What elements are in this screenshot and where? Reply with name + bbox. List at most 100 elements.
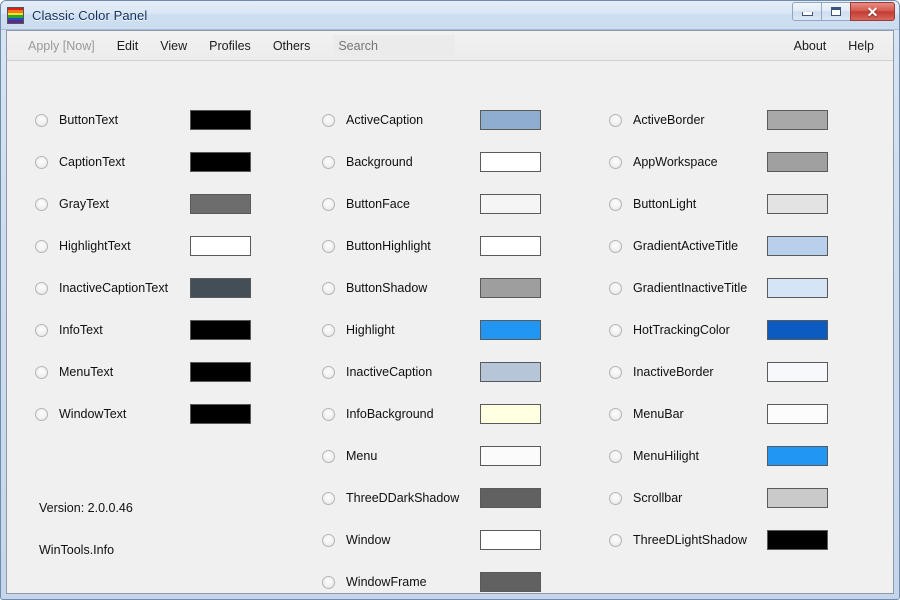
color-swatch-threedlightshadow[interactable] <box>767 530 828 550</box>
color-swatch-infotext[interactable] <box>190 320 251 340</box>
color-row[interactable]: InfoBackground <box>294 404 581 424</box>
radio-infotext[interactable] <box>35 324 48 337</box>
color-row[interactable]: Window <box>294 530 581 550</box>
color-row[interactable]: WindowFrame <box>294 572 581 592</box>
radio-gradientactivetitle[interactable] <box>609 240 622 253</box>
radio-menubar[interactable] <box>609 408 622 421</box>
color-swatch-menu[interactable] <box>480 446 541 466</box>
color-swatch-highlight[interactable] <box>480 320 541 340</box>
color-swatch-infobackground[interactable] <box>480 404 541 424</box>
radio-scrollbar[interactable] <box>609 492 622 505</box>
color-row[interactable]: InactiveCaption <box>294 362 581 382</box>
color-swatch-buttonlight[interactable] <box>767 194 828 214</box>
color-row[interactable]: ThreeDDarkShadow <box>294 488 581 508</box>
color-swatch-hottrackingcolor[interactable] <box>767 320 828 340</box>
color-row[interactable]: ActiveBorder <box>581 110 868 130</box>
color-row[interactable]: GradientActiveTitle <box>581 236 868 256</box>
menu-item-about[interactable]: About <box>783 35 838 57</box>
radio-inactivecaption[interactable] <box>322 366 335 379</box>
color-row[interactable]: GradientInactiveTitle <box>581 278 868 298</box>
color-swatch-windowtext[interactable] <box>190 404 251 424</box>
color-row[interactable]: Scrollbar <box>581 488 868 508</box>
menu-item-edit[interactable]: Edit <box>106 35 150 57</box>
radio-threedlightshadow[interactable] <box>609 534 622 547</box>
color-swatch-graytext[interactable] <box>190 194 251 214</box>
radio-inactivecaptiontext[interactable] <box>35 282 48 295</box>
color-swatch-window[interactable] <box>480 530 541 550</box>
menu-item-apply-now[interactable]: Apply [Now] <box>17 35 106 57</box>
color-swatch-buttonface[interactable] <box>480 194 541 214</box>
color-swatch-menubar[interactable] <box>767 404 828 424</box>
color-swatch-buttonhighlight[interactable] <box>480 236 541 256</box>
color-row[interactable]: ActiveCaption <box>294 110 581 130</box>
color-swatch-inactivecaption[interactable] <box>480 362 541 382</box>
color-swatch-appworkspace[interactable] <box>767 152 828 172</box>
color-swatch-background[interactable] <box>480 152 541 172</box>
radio-hottrackingcolor[interactable] <box>609 324 622 337</box>
radio-captiontext[interactable] <box>35 156 48 169</box>
radio-window[interactable] <box>322 534 335 547</box>
radio-infobackground[interactable] <box>322 408 335 421</box>
color-row[interactable]: WindowText <box>7 404 294 424</box>
color-row[interactable]: HighlightText <box>7 236 294 256</box>
color-swatch-menutext[interactable] <box>190 362 251 382</box>
color-row[interactable]: HotTrackingColor <box>581 320 868 340</box>
close-button[interactable]: ✕ <box>850 2 895 21</box>
color-row[interactable]: AppWorkspace <box>581 152 868 172</box>
radio-windowtext[interactable] <box>35 408 48 421</box>
color-swatch-gradientactivetitle[interactable] <box>767 236 828 256</box>
radio-buttonshadow[interactable] <box>322 282 335 295</box>
menu-item-view[interactable]: View <box>149 35 198 57</box>
color-swatch-gradientinactivetitle[interactable] <box>767 278 828 298</box>
radio-buttonhighlight[interactable] <box>322 240 335 253</box>
maximize-button[interactable] <box>821 2 850 21</box>
color-swatch-activeborder[interactable] <box>767 110 828 130</box>
color-row[interactable]: ButtonFace <box>294 194 581 214</box>
color-row[interactable]: InactiveCaptionText <box>7 278 294 298</box>
title-bar[interactable]: Classic Color Panel ✕ <box>1 1 899 30</box>
radio-highlight[interactable] <box>322 324 335 337</box>
radio-gradientinactivetitle[interactable] <box>609 282 622 295</box>
color-row[interactable]: ButtonText <box>7 110 294 130</box>
radio-menuhilight[interactable] <box>609 450 622 463</box>
color-swatch-activecaption[interactable] <box>480 110 541 130</box>
radio-threeddarkshadow[interactable] <box>322 492 335 505</box>
color-row[interactable]: Highlight <box>294 320 581 340</box>
color-row[interactable]: MenuBar <box>581 404 868 424</box>
color-swatch-buttontext[interactable] <box>190 110 251 130</box>
menu-item-help[interactable]: Help <box>837 35 885 57</box>
radio-buttonlight[interactable] <box>609 198 622 211</box>
color-row[interactable]: CaptionText <box>7 152 294 172</box>
radio-inactiveborder[interactable] <box>609 366 622 379</box>
radio-activecaption[interactable] <box>322 114 335 127</box>
color-row[interactable]: MenuText <box>7 362 294 382</box>
menu-item-others[interactable]: Others <box>262 35 322 57</box>
radio-buttonface[interactable] <box>322 198 335 211</box>
search-input[interactable] <box>333 35 455 56</box>
color-row[interactable]: InfoText <box>7 320 294 340</box>
color-row[interactable]: ThreeDLightShadow <box>581 530 868 550</box>
radio-graytext[interactable] <box>35 198 48 211</box>
color-row[interactable]: Menu <box>294 446 581 466</box>
color-row[interactable]: Background <box>294 152 581 172</box>
color-swatch-highlighttext[interactable] <box>190 236 251 256</box>
radio-windowframe[interactable] <box>322 576 335 589</box>
color-swatch-threeddarkshadow[interactable] <box>480 488 541 508</box>
color-swatch-buttonshadow[interactable] <box>480 278 541 298</box>
color-row[interactable]: ButtonShadow <box>294 278 581 298</box>
radio-menutext[interactable] <box>35 366 48 379</box>
color-row[interactable]: InactiveBorder <box>581 362 868 382</box>
color-swatch-captiontext[interactable] <box>190 152 251 172</box>
radio-buttontext[interactable] <box>35 114 48 127</box>
color-row[interactable]: ButtonLight <box>581 194 868 214</box>
radio-menu[interactable] <box>322 450 335 463</box>
color-swatch-scrollbar[interactable] <box>767 488 828 508</box>
radio-highlighttext[interactable] <box>35 240 48 253</box>
color-swatch-windowframe[interactable] <box>480 572 541 592</box>
color-swatch-menuhilight[interactable] <box>767 446 828 466</box>
color-row[interactable]: ButtonHighlight <box>294 236 581 256</box>
radio-activeborder[interactable] <box>609 114 622 127</box>
radio-background[interactable] <box>322 156 335 169</box>
menu-item-profiles[interactable]: Profiles <box>198 35 262 57</box>
radio-appworkspace[interactable] <box>609 156 622 169</box>
